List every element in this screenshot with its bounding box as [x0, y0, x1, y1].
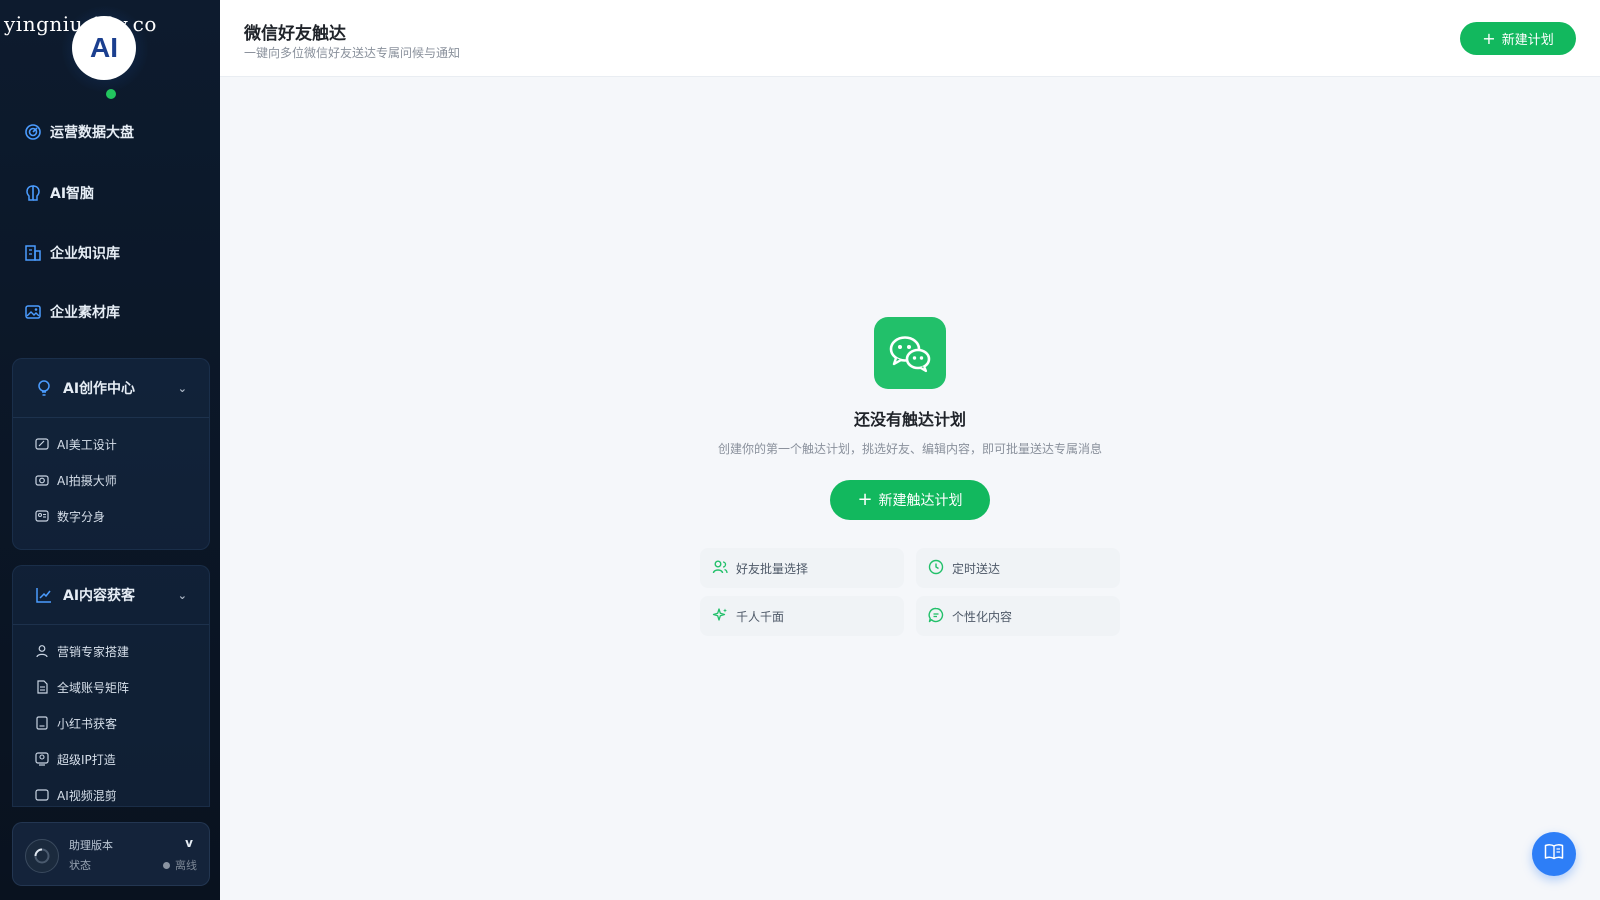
online-status-dot [106, 89, 116, 99]
camera-icon [35, 473, 49, 487]
status-text: 离线 [175, 859, 197, 872]
group-title: AI内容获客 [63, 588, 136, 604]
sub-item-label: 超级IP打造 [57, 752, 116, 767]
chat-icon [928, 607, 944, 626]
loading-spinner-icon [25, 839, 59, 873]
dashboard-icon [24, 123, 42, 141]
sidebar: AI 运营数据大盘 AI智脑 企业知识库 企业素材库 AI创作中心 ⌄ AI美工… [0, 0, 220, 900]
group-header-ai-content[interactable]: AI内容获客 ⌄ [13, 566, 209, 625]
clock-icon [928, 559, 944, 578]
bulb-icon [35, 379, 53, 397]
watermark: yingniu.10v.co [4, 12, 157, 36]
group-title: AI创作中心 [63, 381, 136, 397]
empty-state-title: 还没有触达计划 [853, 410, 966, 429]
sub-item-xiaohongshu[interactable]: 小红书获客 [13, 705, 209, 741]
sub-item-label: 营销专家搭建 [57, 644, 130, 659]
nav-item-knowledge-base[interactable]: 企业知识库 [24, 243, 120, 263]
document-icon [35, 680, 49, 694]
feature-label: 好友批量选择 [736, 561, 809, 576]
sub-item-label: AI拍摄大师 [57, 473, 117, 488]
sub-item-label: AI美工设计 [57, 437, 117, 452]
video-icon [35, 788, 49, 802]
book-icon [1544, 843, 1564, 865]
nav-label: 企业素材库 [50, 305, 120, 321]
feature-batch-select: 好友批量选择 [700, 548, 904, 588]
trend-icon [35, 586, 53, 604]
group-ai-creation: AI创作中心 ⌄ AI美工设计 AI拍摄大师 数字分身 [12, 358, 210, 550]
new-plan-button[interactable]: + 新建计划 [1460, 22, 1576, 55]
assistant-version-value: v [185, 836, 193, 850]
sub-item-super-ip[interactable]: 超级IP打造 [13, 741, 209, 777]
feature-label: 定时送达 [952, 561, 1001, 576]
new-reach-plan-label: 新建触达计划 [878, 493, 963, 509]
group-header-ai-creation[interactable]: AI创作中心 ⌄ [13, 359, 209, 418]
plus-icon: + [1482, 28, 1496, 48]
sparkle-icon [712, 607, 728, 626]
feature-custom-content: 个性化内容 [916, 596, 1120, 636]
assistant-status-value: 离线 [163, 857, 197, 873]
nav-label: AI智脑 [50, 186, 95, 202]
users-icon [712, 559, 728, 578]
wechat-icon [874, 317, 946, 389]
assistant-version-label: 助理版本 [69, 839, 113, 852]
empty-state-description: 创建你的第一个触达计划，挑选好友、编辑内容，即可批量送达专属消息 [717, 442, 1102, 456]
design-icon [35, 437, 49, 451]
avatar-card-icon [35, 509, 49, 523]
sub-item-ai-design[interactable]: AI美工设计 [13, 426, 209, 462]
page-header: 微信好友触达 一键向多位微信好友送达专属问候与通知 + 新建计划 [220, 0, 1600, 77]
building-icon [24, 244, 42, 262]
feature-label: 个性化内容 [952, 609, 1013, 624]
sub-item-ai-photo[interactable]: AI拍摄大师 [13, 462, 209, 498]
assistant-status-card[interactable]: 助理版本 v 状态 离线 [12, 822, 210, 886]
sub-item-label: AI视频混剪 [57, 788, 117, 803]
plus-icon: + [857, 489, 873, 510]
page-title: 微信好友触达 [244, 24, 346, 44]
sub-item-marketing-expert[interactable]: 营销专家搭建 [13, 633, 209, 669]
image-icon [24, 303, 42, 321]
new-reach-plan-button[interactable]: + 新建触达计划 [830, 480, 990, 520]
chevron-down-icon: ⌄ [177, 588, 187, 602]
main-content: 微信好友触达 一键向多位微信好友送达专属问候与通知 + 新建计划 还没有触达计划… [220, 0, 1600, 900]
feature-scheduled-send: 定时送达 [916, 548, 1120, 588]
feature-label: 千人千面 [736, 609, 785, 624]
feature-personalized-per-user: 千人千面 [700, 596, 904, 636]
nav-label: 运营数据大盘 [50, 125, 134, 141]
new-plan-button-label: 新建计划 [1501, 33, 1554, 48]
chevron-down-icon: ⌄ [177, 381, 187, 395]
sub-item-label: 全域账号矩阵 [57, 680, 130, 695]
nav-item-dashboard[interactable]: 运营数据大盘 [24, 122, 134, 142]
nav-item-asset-library[interactable]: 企业素材库 [24, 302, 120, 322]
nav-item-ai-brain[interactable]: AI智脑 [24, 183, 94, 203]
nav-label: 企业知识库 [50, 246, 120, 262]
sub-item-label: 小红书获客 [57, 716, 118, 731]
sub-item-digital-avatar[interactable]: 数字分身 [13, 498, 209, 534]
help-docs-button[interactable] [1532, 832, 1576, 876]
group-ai-content-acquisition: AI内容获客 ⌄ 营销专家搭建 全域账号矩阵 小红书获客 超级IP打造 AI视频… [12, 565, 210, 807]
brain-icon [24, 184, 42, 202]
user-icon [35, 644, 49, 658]
offline-dot [163, 861, 170, 869]
sub-item-ai-video[interactable]: AI视频混剪 [13, 777, 209, 806]
page-subtitle: 一键向多位微信好友送达专属问候与通知 [244, 46, 461, 60]
sub-item-account-matrix[interactable]: 全域账号矩阵 [13, 669, 209, 705]
assistant-status-label: 状态 [69, 859, 91, 872]
ai-doc-icon [35, 716, 49, 730]
sub-item-label: 数字分身 [57, 509, 106, 524]
badge-icon [35, 752, 49, 766]
